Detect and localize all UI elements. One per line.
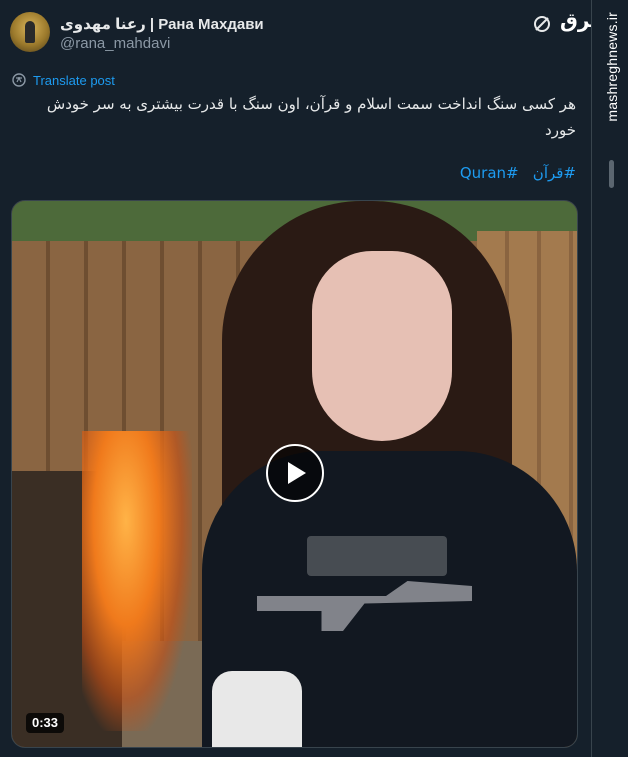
- author-handle[interactable]: @rana_mahdavi: [60, 35, 170, 52]
- video-frame-person-face: [312, 251, 452, 441]
- author-display-name[interactable]: رعنا مهدوی | Рана Махдави: [60, 15, 264, 33]
- play-button[interactable]: [266, 444, 324, 502]
- watermark-strip: mashreghnews.ir: [591, 0, 628, 757]
- scrollbar-thumb[interactable]: [609, 160, 614, 188]
- video-frame-shirt-print: [307, 536, 447, 576]
- translate-icon: [12, 73, 26, 87]
- hashtag-quran-fa[interactable]: #قرآن: [533, 164, 576, 182]
- post-text: هر کسی سنگ انداخت سمت اسلام و قرآن، اون …: [46, 95, 576, 139]
- tweet-page: رعنا مهدوی | Рана Махдави @rana_mahdavi …: [0, 0, 628, 757]
- play-icon: [288, 462, 306, 484]
- translate-post-link[interactable]: Translate post: [12, 71, 115, 89]
- video-player[interactable]: 0:33: [11, 200, 578, 748]
- avatar[interactable]: [10, 12, 50, 52]
- mashregh-logo: مشرق: [560, 8, 623, 46]
- hashtag-list: #قرآن #Quran: [20, 164, 576, 182]
- video-duration: 0:33: [26, 713, 65, 733]
- hashtag-quran-en[interactable]: #Quran: [460, 164, 519, 182]
- video-frame-object: [212, 671, 302, 747]
- watermark-site: mashreghnews.ir: [604, 12, 620, 122]
- video-frame-fire: [82, 431, 192, 731]
- grok-icon[interactable]: [532, 14, 552, 34]
- translate-label[interactable]: Translate post: [33, 73, 115, 88]
